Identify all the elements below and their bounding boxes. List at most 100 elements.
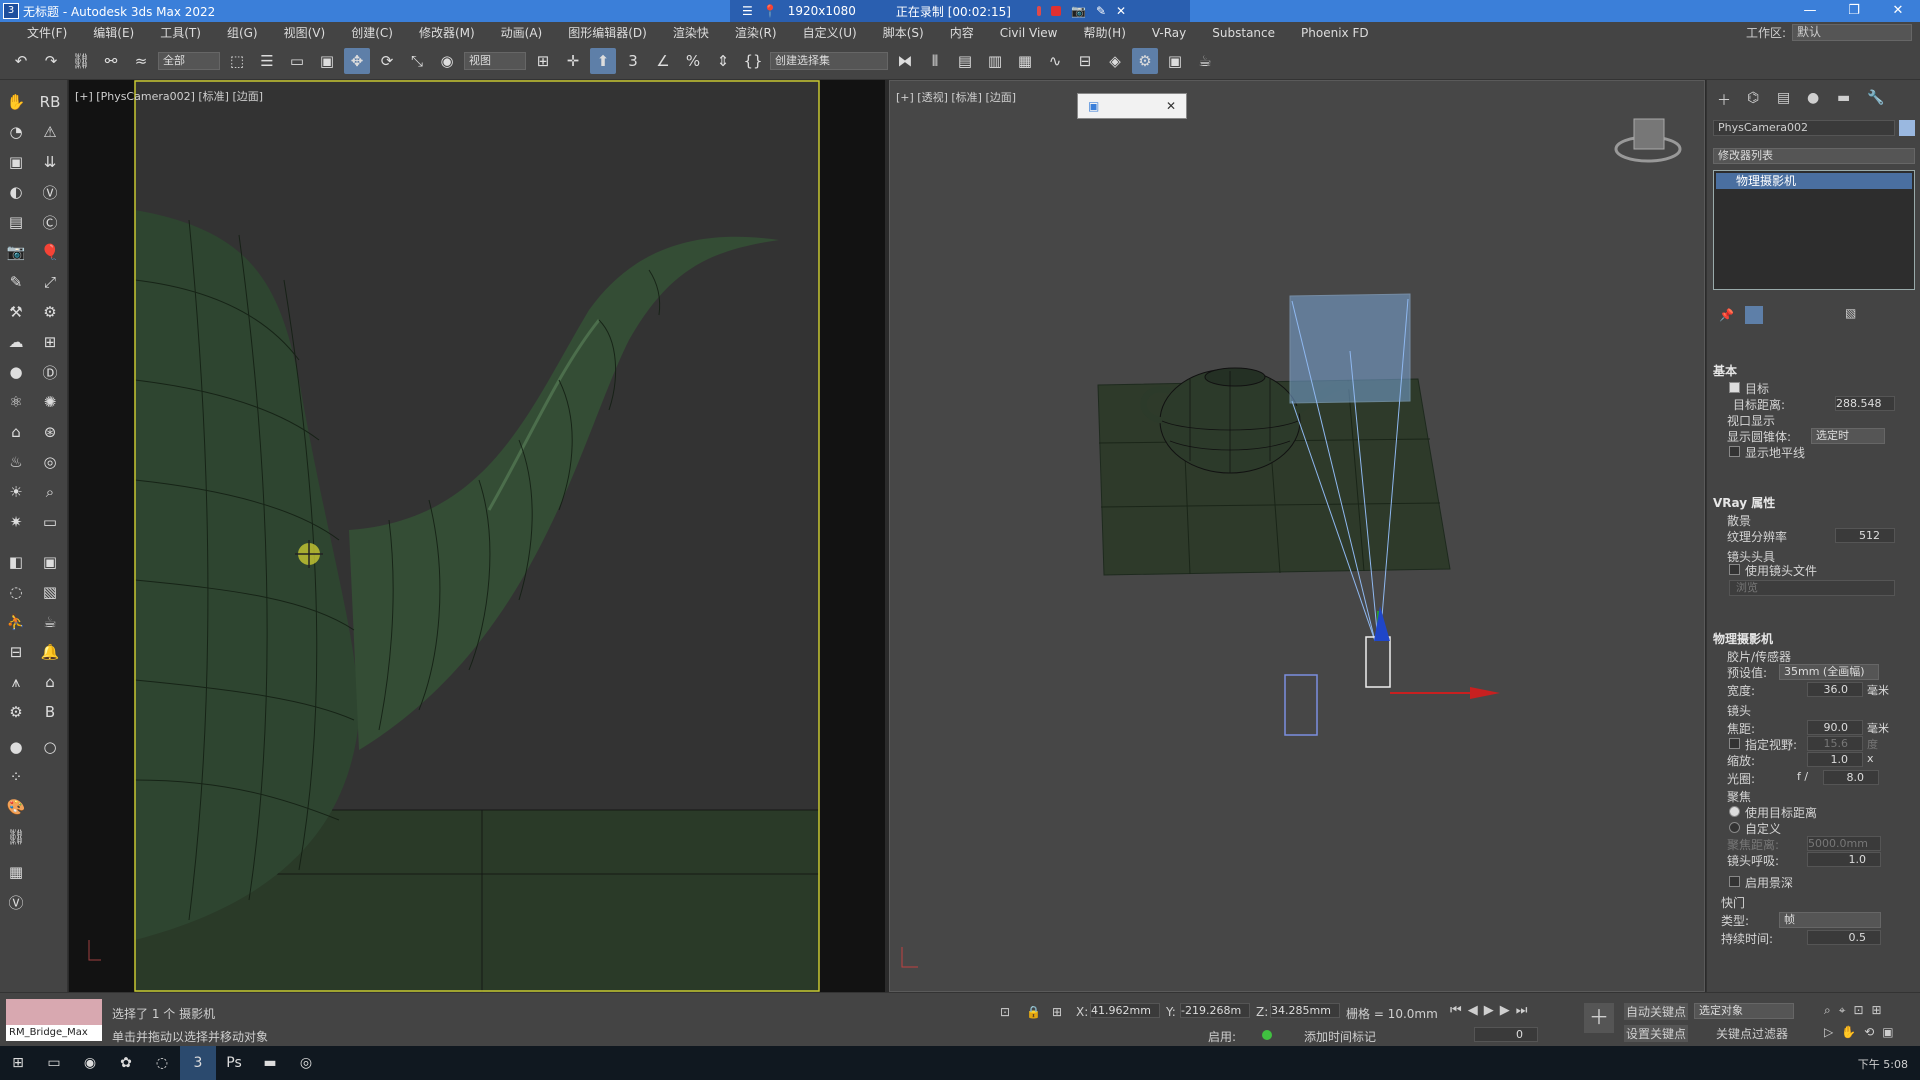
object-name-field[interactable]: PhysCamera002 xyxy=(1713,120,1895,136)
transform-icon[interactable]: ⤢ xyxy=(38,270,62,294)
browse-button[interactable]: 浏览 xyxy=(1729,580,1895,596)
tool-app-icon[interactable]: ✿ xyxy=(108,1046,144,1080)
display-tab-icon[interactable]: ▬ xyxy=(1837,90,1850,106)
sphere-icon[interactable]: ● xyxy=(4,360,28,384)
cad-icon[interactable]: ▭ xyxy=(38,510,62,534)
cloud-icon[interactable]: ☁ xyxy=(4,330,28,354)
warning-icon[interactable]: ⚠ xyxy=(38,120,62,144)
browser-icon[interactable]: ◉ xyxy=(72,1046,108,1080)
hammer-icon[interactable]: ⚒ xyxy=(4,300,28,324)
minimize-button[interactable]: — xyxy=(1788,0,1832,22)
pen-icon[interactable]: ✎ xyxy=(1096,4,1106,18)
menu-render-fast[interactable]: 渲染快 xyxy=(660,24,722,41)
menu-substance[interactable]: Substance xyxy=(1199,26,1288,40)
home-icon[interactable]: ⌂ xyxy=(38,670,62,694)
modifier-list-dropdown[interactable]: 修改器列表 xyxy=(1713,148,1915,164)
vray-icon[interactable]: Ⓥ xyxy=(38,180,62,204)
duration-field[interactable]: 0.5 xyxy=(1807,930,1881,945)
target-checkbox[interactable] xyxy=(1729,382,1740,393)
create-tab-icon[interactable]: ＋ xyxy=(1717,90,1731,110)
scene-explorer-icon[interactable]: ▤ xyxy=(952,48,978,74)
menu-modifiers[interactable]: 修改器(M) xyxy=(406,24,488,41)
photoshop-icon[interactable]: Ps xyxy=(216,1046,252,1080)
lock-icon[interactable]: 🔒 xyxy=(1026,1005,1041,1019)
pin-icon[interactable]: 📍 xyxy=(763,4,778,18)
breathing-field[interactable]: 1.0 xyxy=(1807,852,1881,867)
hierarchy-tab-icon[interactable]: ▤ xyxy=(1777,90,1790,106)
selection-filter[interactable]: 全部 xyxy=(158,52,220,70)
multi-ball-icon[interactable]: ⁘ xyxy=(4,765,28,789)
bind-spacewarp-icon[interactable]: ≈ xyxy=(128,48,154,74)
menu-scripting[interactable]: 脚本(S) xyxy=(870,24,937,41)
menu-file[interactable]: 文件(F) xyxy=(14,24,80,41)
show-horizon-checkbox[interactable] xyxy=(1729,446,1740,457)
spinner-snap-icon[interactable]: ⇕ xyxy=(710,48,736,74)
preset-dropdown[interactable]: 35mm (全画幅) xyxy=(1779,664,1879,680)
menu-customize[interactable]: 自定义(U) xyxy=(790,24,870,41)
menu-tools[interactable]: 工具(T) xyxy=(147,24,214,41)
cube-icon[interactable]: ◧ xyxy=(4,550,28,574)
set-key-icon[interactable]: ＋ xyxy=(1584,1003,1614,1033)
material-ball-icon[interactable]: ● xyxy=(4,735,28,759)
render-icon[interactable]: ☕ xyxy=(1192,48,1218,74)
frame-field[interactable]: 0 xyxy=(1474,1027,1538,1042)
close-icon[interactable]: ✕ xyxy=(1166,99,1176,113)
palette-icon[interactable]: 🎨 xyxy=(4,795,28,819)
y-field[interactable]: -219.268m xyxy=(1180,1003,1250,1018)
isolate-icon[interactable]: ⊡ xyxy=(1000,1005,1010,1019)
curve-editor-icon[interactable]: ∿ xyxy=(1042,48,1068,74)
maxscript-listener[interactable] xyxy=(6,999,102,1025)
section-basic[interactable]: 基本 xyxy=(1713,362,1737,379)
utilities-tab-icon[interactable]: 🔧 xyxy=(1867,90,1884,106)
chat-icon[interactable]: ◌ xyxy=(144,1046,180,1080)
percent-snap-icon[interactable]: % xyxy=(680,48,706,74)
teapot-icon[interactable]: ☕ xyxy=(38,610,62,634)
search-icon[interactable]: ⌕ xyxy=(38,480,62,504)
configure-icon[interactable]: ▧ xyxy=(1845,306,1856,320)
figure-icon[interactable]: ⛹ xyxy=(4,610,28,634)
keyboard-shortcut-icon[interactable]: ⬆ xyxy=(590,48,616,74)
spiral-icon[interactable]: ◌ xyxy=(4,580,28,604)
align-icon[interactable]: ⫴ xyxy=(922,48,948,74)
sun-icon[interactable]: ☀ xyxy=(4,480,28,504)
object-icon[interactable]: ◐ xyxy=(4,180,28,204)
aperture-field[interactable]: 8.0 xyxy=(1823,770,1879,785)
stop-record-button[interactable] xyxy=(1050,6,1061,16)
balloon-icon[interactable]: 🎈 xyxy=(38,240,62,264)
script-icon[interactable]: ▧ xyxy=(38,580,62,604)
x-field[interactable]: 41.962mm xyxy=(1090,1003,1160,1018)
menu-views[interactable]: 视图(V) xyxy=(271,24,339,41)
snap-3-icon[interactable]: 3 xyxy=(620,48,646,74)
menu-create[interactable]: 创建(C) xyxy=(338,24,406,41)
maxscript-field[interactable]: RM_Bridge_Max xyxy=(6,1025,102,1041)
key-mode-dropdown[interactable]: 选定对象 xyxy=(1694,1003,1794,1019)
camera-viewport[interactable]: [+] [PhysCamera002] [标准] [边面] xyxy=(69,80,885,992)
b-icon[interactable]: B xyxy=(38,700,62,724)
camera-icon[interactable]: 📷 xyxy=(1071,4,1086,18)
taskview-icon[interactable]: ▭ xyxy=(36,1046,72,1080)
ref-coord-dropdown[interactable]: 视图 xyxy=(464,52,526,70)
mirror-icon[interactable]: ⧓ xyxy=(892,48,918,74)
panel-icon[interactable]: ▦ xyxy=(4,860,28,884)
undo-icon[interactable]: ↶ xyxy=(8,48,34,74)
section-vray[interactable]: VRay 属性 xyxy=(1713,494,1775,511)
fire-icon[interactable]: ♨ xyxy=(4,450,28,474)
rb-icon[interactable]: RB xyxy=(38,90,62,114)
double-chevron-icon[interactable]: ⇊ xyxy=(38,150,62,174)
white-ball-icon[interactable]: ○ xyxy=(38,735,62,759)
target-dist-field[interactable]: 288.548 xyxy=(1835,396,1895,411)
brush-icon[interactable]: ✎ xyxy=(4,270,28,294)
tex-res-field[interactable]: 512 xyxy=(1835,528,1895,543)
menu-edit[interactable]: 编辑(E) xyxy=(80,24,147,41)
enable-dof-checkbox[interactable] xyxy=(1729,876,1740,887)
playback-controls-icon[interactable]: ⏮◀▶▶⏭ xyxy=(1450,1003,1533,1018)
link-chain-icon[interactable]: ⛓ xyxy=(4,825,28,849)
globe-icon[interactable]: ◎ xyxy=(38,450,62,474)
use-lens-file-checkbox[interactable] xyxy=(1729,564,1740,575)
add-time-tag[interactable]: 添加时间标记 xyxy=(1304,1028,1376,1045)
set-key-button[interactable]: 设置关键点 xyxy=(1624,1025,1689,1042)
use-target-radio[interactable] xyxy=(1729,806,1740,817)
link-icon[interactable]: ⛓ xyxy=(68,48,94,74)
close-recorder-icon[interactable]: ✕ xyxy=(1116,4,1126,18)
ribbon-icon[interactable]: ▦ xyxy=(1012,48,1038,74)
